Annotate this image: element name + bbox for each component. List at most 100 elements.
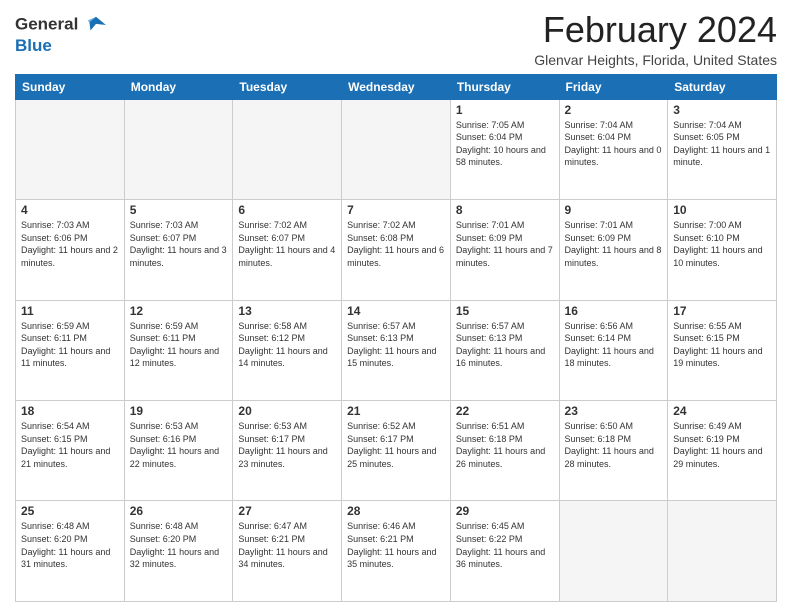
week-row-5: 25 Sunrise: 6:48 AM Sunset: 6:20 PM Dayli… — [16, 501, 777, 602]
logo: General Blue — [15, 14, 107, 56]
calendar-cell: 24 Sunrise: 6:49 AM Sunset: 6:19 PM Dayli… — [668, 401, 777, 501]
calendar-cell: 22 Sunrise: 6:51 AM Sunset: 6:18 PM Dayli… — [450, 401, 559, 501]
logo-bird-icon — [85, 14, 107, 36]
day-number: 23 — [565, 404, 663, 418]
day-number: 24 — [673, 404, 771, 418]
calendar-body: 1 Sunrise: 7:05 AM Sunset: 6:04 PM Daylig… — [16, 99, 777, 601]
day-info: Sunrise: 6:48 AM Sunset: 6:20 PM Dayligh… — [130, 520, 228, 570]
calendar-cell: 20 Sunrise: 6:53 AM Sunset: 6:17 PM Dayli… — [233, 401, 342, 501]
day-number: 18 — [21, 404, 119, 418]
calendar-cell: 1 Sunrise: 7:05 AM Sunset: 6:04 PM Daylig… — [450, 99, 559, 199]
week-row-4: 18Sunrise: 6:54 AM Sunset: 6:15 PM Dayli… — [16, 401, 777, 501]
day-number: 21 — [347, 404, 445, 418]
day-info: Sunrise: 6:57 AM Sunset: 6:13 PM Dayligh… — [456, 320, 554, 370]
calendar-cell: 9Sunrise: 7:01 AM Sunset: 6:09 PM Daylig… — [559, 200, 668, 300]
page: General Blue February 2024 Glenvar Heigh… — [0, 0, 792, 612]
day-number: 27 — [238, 504, 336, 518]
calendar-cell: 18Sunrise: 6:54 AM Sunset: 6:15 PM Dayli… — [16, 401, 125, 501]
day-info: Sunrise: 7:03 AM Sunset: 6:07 PM Dayligh… — [130, 219, 228, 269]
day-number: 13 — [238, 304, 336, 318]
day-info: Sunrise: 7:02 AM Sunset: 6:08 PM Dayligh… — [347, 219, 445, 269]
calendar-cell: 14 Sunrise: 6:57 AM Sunset: 6:13 PM Dayli… — [342, 300, 451, 400]
week-row-3: 11 Sunrise: 6:59 AM Sunset: 6:11 PM Dayli… — [16, 300, 777, 400]
calendar-title: February 2024 — [534, 10, 777, 50]
calendar-cell — [16, 99, 125, 199]
day-number: 7 — [347, 203, 445, 217]
calendar-cell: 6 Sunrise: 7:02 AM Sunset: 6:07 PM Daylig… — [233, 200, 342, 300]
day-info: Sunrise: 6:46 AM Sunset: 6:21 PM Dayligh… — [347, 520, 445, 570]
day-number: 14 — [347, 304, 445, 318]
day-info: Sunrise: 6:50 AM Sunset: 6:18 PM Dayligh… — [565, 420, 663, 470]
day-info: Sunrise: 6:51 AM Sunset: 6:18 PM Dayligh… — [456, 420, 554, 470]
day-number: 16 — [565, 304, 663, 318]
column-headers-row: SundayMondayTuesdayWednesdayThursdayFrid… — [16, 74, 777, 99]
calendar-cell: 16 Sunrise: 6:56 AM Sunset: 6:14 PM Dayli… — [559, 300, 668, 400]
day-number: 26 — [130, 504, 228, 518]
day-number: 28 — [347, 504, 445, 518]
day-number: 20 — [238, 404, 336, 418]
day-info: Sunrise: 7:04 AM Sunset: 6:05 PM Dayligh… — [673, 119, 771, 169]
day-number: 15 — [456, 304, 554, 318]
day-number: 3 — [673, 103, 771, 117]
calendar-cell: 3 Sunrise: 7:04 AM Sunset: 6:05 PM Daylig… — [668, 99, 777, 199]
day-number: 11 — [21, 304, 119, 318]
day-info: Sunrise: 6:59 AM Sunset: 6:11 PM Dayligh… — [130, 320, 228, 370]
calendar-cell — [233, 99, 342, 199]
day-info: Sunrise: 6:57 AM Sunset: 6:13 PM Dayligh… — [347, 320, 445, 370]
column-header-wednesday: Wednesday — [342, 74, 451, 99]
column-header-sunday: Sunday — [16, 74, 125, 99]
calendar-cell — [124, 99, 233, 199]
calendar-subtitle: Glenvar Heights, Florida, United States — [534, 52, 777, 68]
calendar-cell: 27 Sunrise: 6:47 AM Sunset: 6:21 PM Dayli… — [233, 501, 342, 602]
calendar-cell — [342, 99, 451, 199]
logo-line1: General — [15, 14, 107, 36]
calendar-cell: 29Sunrise: 6:45 AM Sunset: 6:22 PM Dayli… — [450, 501, 559, 602]
day-info: Sunrise: 6:58 AM Sunset: 6:12 PM Dayligh… — [238, 320, 336, 370]
column-header-thursday: Thursday — [450, 74, 559, 99]
day-number: 10 — [673, 203, 771, 217]
calendar-cell: 15 Sunrise: 6:57 AM Sunset: 6:13 PM Dayli… — [450, 300, 559, 400]
day-number: 9 — [565, 203, 663, 217]
calendar-cell: 12 Sunrise: 6:59 AM Sunset: 6:11 PM Dayli… — [124, 300, 233, 400]
day-number: 1 — [456, 103, 554, 117]
calendar-cell — [559, 501, 668, 602]
day-number: 4 — [21, 203, 119, 217]
calendar-cell: 5 Sunrise: 7:03 AM Sunset: 6:07 PM Daylig… — [124, 200, 233, 300]
day-info: Sunrise: 7:02 AM Sunset: 6:07 PM Dayligh… — [238, 219, 336, 269]
calendar-cell: 11Sunrise: 6:59 AM Sunset: 6:11 PM Dayli… — [16, 300, 125, 400]
day-number: 22 — [456, 404, 554, 418]
day-number: 17 — [673, 304, 771, 318]
calendar-cell: 17Sunrise: 6:55 AM Sunset: 6:15 PM Dayli… — [668, 300, 777, 400]
calendar-cell: 26 Sunrise: 6:48 AM Sunset: 6:20 PM Dayli… — [124, 501, 233, 602]
calendar-cell: 4 Sunrise: 7:03 AM Sunset: 6:06 PM Daylig… — [16, 200, 125, 300]
day-number: 29 — [456, 504, 554, 518]
day-info: Sunrise: 6:49 AM Sunset: 6:19 PM Dayligh… — [673, 420, 771, 470]
calendar-cell: 21 Sunrise: 6:52 AM Sunset: 6:17 PM Dayli… — [342, 401, 451, 501]
column-header-tuesday: Tuesday — [233, 74, 342, 99]
column-header-saturday: Saturday — [668, 74, 777, 99]
day-info: Sunrise: 6:56 AM Sunset: 6:14 PM Dayligh… — [565, 320, 663, 370]
calendar-cell: 7 Sunrise: 7:02 AM Sunset: 6:08 PM Daylig… — [342, 200, 451, 300]
day-number: 25 — [21, 504, 119, 518]
week-row-2: 4 Sunrise: 7:03 AM Sunset: 6:06 PM Daylig… — [16, 200, 777, 300]
calendar-cell: 23 Sunrise: 6:50 AM Sunset: 6:18 PM Dayli… — [559, 401, 668, 501]
day-number: 12 — [130, 304, 228, 318]
day-info: Sunrise: 6:52 AM Sunset: 6:17 PM Dayligh… — [347, 420, 445, 470]
day-info: Sunrise: 6:47 AM Sunset: 6:21 PM Dayligh… — [238, 520, 336, 570]
calendar-table: SundayMondayTuesdayWednesdayThursdayFrid… — [15, 74, 777, 602]
title-area: February 2024 Glenvar Heights, Florida, … — [534, 10, 777, 68]
day-info: Sunrise: 6:48 AM Sunset: 6:20 PM Dayligh… — [21, 520, 119, 570]
calendar-cell: 25 Sunrise: 6:48 AM Sunset: 6:20 PM Dayli… — [16, 501, 125, 602]
day-info: Sunrise: 7:03 AM Sunset: 6:06 PM Dayligh… — [21, 219, 119, 269]
day-info: Sunrise: 7:01 AM Sunset: 6:09 PM Dayligh… — [456, 219, 554, 269]
calendar-cell: 13 Sunrise: 6:58 AM Sunset: 6:12 PM Dayli… — [233, 300, 342, 400]
day-number: 19 — [130, 404, 228, 418]
calendar-cell: 8Sunrise: 7:01 AM Sunset: 6:09 PM Daylig… — [450, 200, 559, 300]
day-number: 6 — [238, 203, 336, 217]
day-number: 5 — [130, 203, 228, 217]
day-number: 2 — [565, 103, 663, 117]
day-info: Sunrise: 7:00 AM Sunset: 6:10 PM Dayligh… — [673, 219, 771, 269]
column-header-monday: Monday — [124, 74, 233, 99]
day-info: Sunrise: 7:05 AM Sunset: 6:04 PM Dayligh… — [456, 119, 554, 169]
day-info: Sunrise: 6:53 AM Sunset: 6:17 PM Dayligh… — [238, 420, 336, 470]
